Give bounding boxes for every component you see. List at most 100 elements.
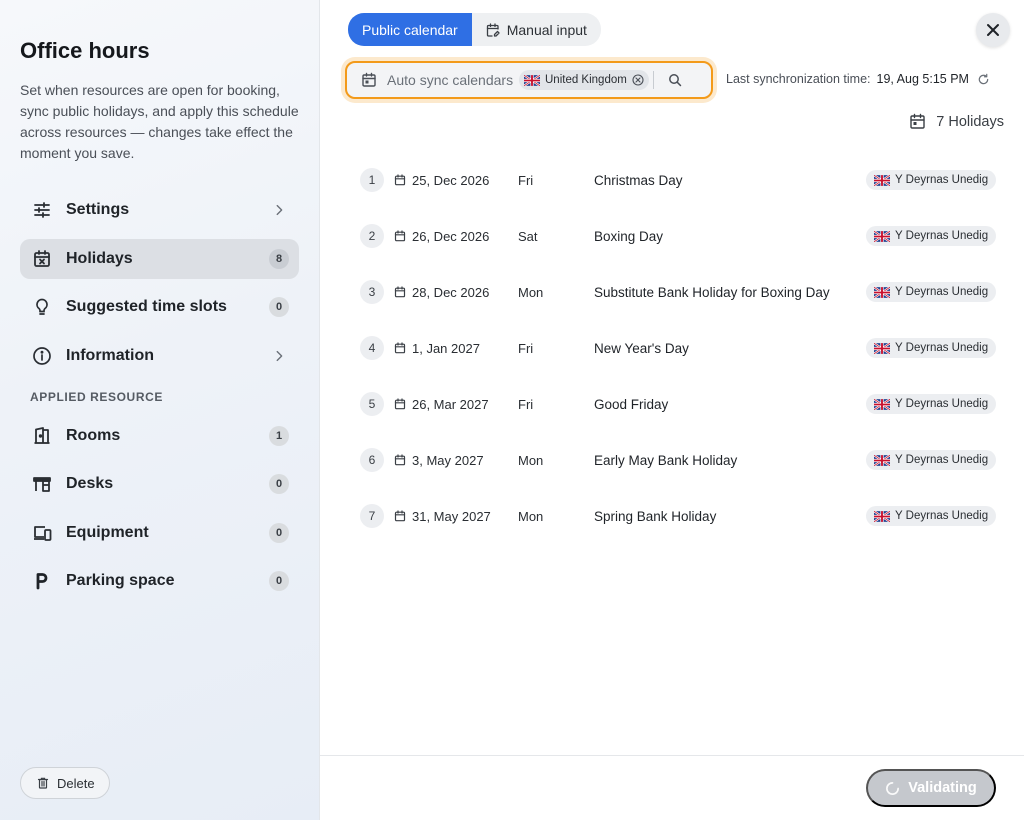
- close-button[interactable]: [976, 13, 1010, 47]
- region-chip-label: Y Deyrnas Unedig: [895, 286, 989, 298]
- sidebar-item-label: Rooms: [66, 426, 121, 444]
- sidebar-item-rooms[interactable]: Rooms 1: [20, 416, 299, 456]
- last-sync-value: 19, Aug 5:15 PM: [876, 72, 969, 86]
- row-number: 4: [360, 336, 384, 360]
- tab-label: Public calendar: [362, 21, 458, 38]
- validating-button[interactable]: Validating: [866, 769, 996, 807]
- holiday-name: Boxing Day: [594, 228, 664, 244]
- holiday-date: 28, Dec 2026: [412, 284, 490, 300]
- holiday-date: 26, Dec 2026: [412, 228, 490, 244]
- region-chip: Y Deyrnas Unedig: [866, 450, 997, 470]
- holiday-count-label: 7 Holidays: [936, 113, 1004, 130]
- holiday-weekday: Mon: [518, 508, 544, 524]
- sidebar-item-information[interactable]: Information: [20, 336, 299, 376]
- count-badge: 0: [269, 522, 289, 543]
- region-chip-label: Y Deyrnas Unedig: [895, 398, 989, 410]
- country-chip-label: United Kingdom: [545, 74, 627, 86]
- count-badge: 0: [269, 571, 289, 591]
- uk-flag-icon: [874, 174, 890, 186]
- delete-button[interactable]: Delete: [20, 767, 110, 799]
- sliders-icon: [32, 200, 52, 220]
- calendar-x-icon: [32, 249, 52, 269]
- parking-icon: [32, 571, 52, 591]
- lightbulb-icon: [32, 297, 52, 317]
- tab-manual-input[interactable]: Manual input: [472, 13, 601, 46]
- holiday-row[interactable]: 2 26, Dec 2026 Sat Boxing Day Y Deyrnas …: [360, 208, 1000, 264]
- sidebar-item-label: Settings: [66, 201, 130, 218]
- info-icon: [32, 346, 52, 366]
- uk-flag-icon: [874, 454, 890, 466]
- calendar-icon: [394, 398, 406, 410]
- row-number: 1: [360, 168, 384, 192]
- sidebar-item-suggested-time-slots[interactable]: Suggested time slots 0: [20, 287, 299, 327]
- calendar-icon: [394, 286, 406, 298]
- holiday-weekday: Fri: [518, 396, 534, 412]
- holiday-name: Good Friday: [594, 396, 669, 412]
- holiday-weekday: Fri: [518, 172, 534, 188]
- region-chip-label: Y Deyrnas Unedig: [895, 342, 989, 354]
- sidebar-item-settings[interactable]: Settings: [20, 190, 299, 230]
- close-icon: [985, 22, 1001, 38]
- calendar-edit-icon: [486, 22, 500, 37]
- devices-icon: [32, 523, 52, 543]
- trash-icon: [37, 777, 49, 789]
- region-chip-label: Y Deyrnas Unedig: [895, 230, 989, 242]
- holiday-row[interactable]: 5 26, Mar 2027 Fri Good Friday Y Deyrnas…: [360, 376, 1000, 432]
- calendar-icon: [394, 174, 406, 186]
- holiday-date: 3, May 2027: [412, 452, 484, 468]
- row-number: 7: [360, 504, 384, 528]
- holiday-row[interactable]: 1 25, Dec 2026 Fri Christmas Day Y Deyrn…: [360, 152, 1000, 208]
- holiday-weekday: Mon: [518, 452, 544, 468]
- footer-bar: Validating: [320, 755, 1024, 820]
- spinner-icon: [885, 781, 900, 796]
- calendar-icon: [361, 72, 377, 88]
- sidebar-item-label: Information: [66, 346, 154, 364]
- region-chip: Y Deyrnas Unedig: [866, 226, 997, 246]
- holiday-row[interactable]: 7 31, May 2027 Mon Spring Bank Holiday Y…: [360, 488, 1000, 544]
- region-chip: Y Deyrnas Unedig: [866, 170, 997, 190]
- region-chip: Y Deyrnas Unedig: [866, 506, 997, 526]
- sidebar-item-label: Holidays: [66, 249, 133, 267]
- count-badge: 8: [269, 248, 289, 269]
- sidebar-item-label: Desks: [66, 475, 114, 492]
- region-chip-label: Y Deyrnas Unedig: [895, 454, 989, 466]
- holiday-row[interactable]: 6 3, May 2027 Mon Early May Bank Holiday…: [360, 432, 1000, 488]
- auto-sync-calendar-field[interactable]: Auto sync calendars United Kingdom: [345, 61, 713, 99]
- validating-button-label: Validating: [908, 780, 977, 796]
- holiday-name: Early May Bank Holiday: [594, 452, 738, 468]
- row-number: 5: [360, 392, 384, 416]
- field-divider: [652, 71, 654, 89]
- region-chip: Y Deyrnas Unedig: [866, 282, 997, 302]
- tab-public-calendar[interactable]: Public calendar: [348, 13, 472, 46]
- holiday-count: 7 Holidays: [909, 113, 1004, 130]
- row-number: 6: [360, 448, 384, 472]
- delete-button-label: Delete: [57, 775, 95, 791]
- desk-icon: [32, 474, 52, 494]
- holiday-name: Substitute Bank Holiday for Boxing Day: [594, 284, 830, 300]
- chevron-right-icon: [271, 348, 287, 364]
- sidebar-item-label: Equipment: [66, 523, 149, 541]
- sidebar-item-holidays[interactable]: Holidays 8: [20, 238, 299, 279]
- row-number: 3: [360, 280, 384, 304]
- search-icon[interactable]: [668, 73, 682, 87]
- holiday-date: 1, Jan 2027: [412, 340, 480, 356]
- sidebar-item-label: Parking space: [66, 572, 175, 589]
- holiday-list: 1 25, Dec 2026 Fri Christmas Day Y Deyrn…: [360, 152, 1000, 544]
- sidebar-item-parking-space[interactable]: Parking space 0: [20, 561, 299, 601]
- calendar-icon: [394, 510, 406, 522]
- calendar-icon: [394, 454, 406, 466]
- holiday-row[interactable]: 3 28, Dec 2026 Mon Substitute Bank Holid…: [360, 264, 1000, 320]
- holiday-row[interactable]: 4 1, Jan 2027 Fri New Year's Day Y Deyrn…: [360, 320, 1000, 376]
- page-description: Set when resources are open for booking,…: [20, 82, 299, 161]
- uk-flag-icon: [874, 510, 890, 522]
- uk-flag-icon: [874, 230, 890, 242]
- remove-country-icon[interactable]: [632, 74, 644, 86]
- sidebar: Office hours Set when resources are open…: [0, 0, 320, 820]
- last-sync-info: Last synchronization time: 19, Aug 5:15 …: [726, 72, 990, 86]
- refresh-icon[interactable]: [977, 73, 990, 86]
- auto-sync-placeholder: Auto sync calendars: [387, 72, 514, 88]
- sidebar-item-equipment[interactable]: Equipment 0: [20, 513, 299, 553]
- region-chip-label: Y Deyrnas Unedig: [895, 174, 989, 186]
- sidebar-item-desks[interactable]: Desks 0: [20, 464, 299, 504]
- country-chip: United Kingdom: [519, 70, 649, 90]
